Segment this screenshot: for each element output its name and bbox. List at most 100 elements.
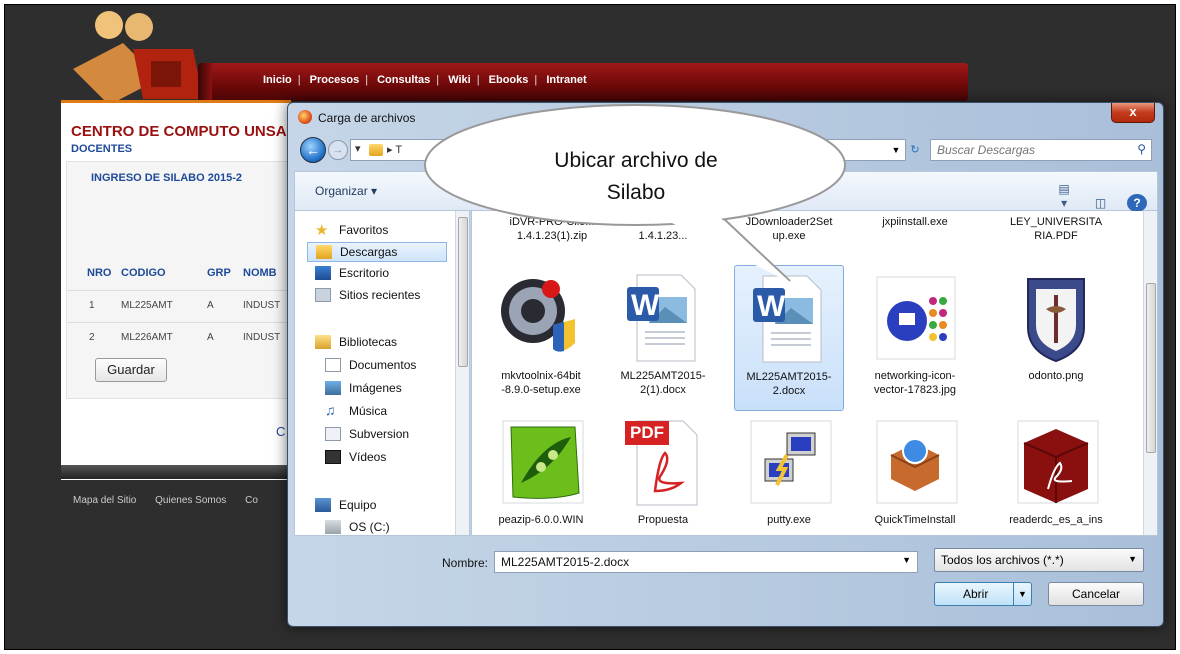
forward-arrow-icon[interactable]: → xyxy=(328,140,348,160)
file-name: jxpiinstall.exe xyxy=(882,216,948,228)
chevron-down-icon[interactable]: ▼ xyxy=(1128,554,1137,564)
file-name: networking-icon-vector-17823.jpg xyxy=(874,370,956,396)
filename-label: Nombre: xyxy=(442,556,489,570)
pdf-badge: PDF xyxy=(630,423,664,442)
file-tile[interactable]: networking-icon-vector-17823.jpg xyxy=(858,269,972,397)
nav-label: Bibliotecas xyxy=(339,335,398,349)
nav-ebooks[interactable]: Ebooks xyxy=(489,74,529,86)
file-tile[interactable]: putty.exe xyxy=(734,413,844,527)
site-navbar: Inicio | Procesos | Consultas | Wiki | Ebook… xyxy=(198,63,968,101)
guardar-button[interactable]: Guardar xyxy=(95,358,167,382)
file-tile-partial[interactable]: iDVR-PRO-Clie... 1.4.1.23(1).zip xyxy=(492,211,612,243)
filename-field[interactable]: ▼ xyxy=(494,551,918,573)
pdf-document-icon: PDF xyxy=(615,413,711,509)
search-input[interactable] xyxy=(937,143,1127,157)
file-tile-partial[interactable]: 1.4.1.23... xyxy=(608,211,718,243)
col-codigo: CODIGO xyxy=(121,267,166,279)
footer-link-partial[interactable]: Co xyxy=(245,495,258,506)
nav-separator: | xyxy=(534,74,538,86)
close-button[interactable]: x xyxy=(1111,103,1155,123)
nav-label: Equipo xyxy=(339,498,377,512)
nav-downloads[interactable]: Descargas xyxy=(307,242,447,262)
col-nombre: NOMB xyxy=(243,267,277,279)
back-arrow-icon[interactable]: ← xyxy=(300,137,326,163)
nav-label: Documentos xyxy=(349,358,417,372)
filename-input[interactable] xyxy=(501,555,881,569)
firefox-icon xyxy=(298,110,312,124)
dialog-titlebar[interactable]: Carga de archivos x xyxy=(288,103,1163,131)
chevron-down-icon[interactable]: ▼ xyxy=(902,555,911,565)
refresh-icon[interactable]: ↻ xyxy=(904,140,926,160)
nav-scrollbar[interactable] xyxy=(455,211,469,535)
callout-line-2: Silabo xyxy=(606,181,666,203)
search-icon[interactable]: ⚲ xyxy=(1137,142,1146,156)
cell: INDUST xyxy=(243,332,281,343)
organize-menu[interactable]: Organizar ▾ xyxy=(315,184,377,198)
file-tile[interactable]: mkvtoolnix-64bit -8.9.0-setup.exe xyxy=(486,269,596,397)
computer-icon xyxy=(315,498,331,512)
documents-icon xyxy=(325,358,341,372)
file-name: ML225AMT2015- 2(1).docx xyxy=(620,370,706,396)
cancel-button[interactable]: Cancelar xyxy=(1048,582,1144,606)
file-tile[interactable]: readerdc_es_a_ins xyxy=(996,413,1116,527)
desktop-icon xyxy=(315,266,331,280)
breadcrumb-path: ▸ T xyxy=(387,144,403,156)
file-name: odonto.png xyxy=(1028,370,1084,382)
view-options-icon[interactable]: ▤ ▾ xyxy=(1054,182,1074,210)
file-name: 1.4.1.23... xyxy=(638,230,688,242)
table-row: 2 ML226AMT A INDUST xyxy=(67,322,292,350)
folder-icon xyxy=(369,144,383,156)
nav-procesos[interactable]: Procesos xyxy=(310,74,360,86)
nav-wiki[interactable]: Wiki xyxy=(448,74,471,86)
file-name: ML225AMT2015- 2.docx xyxy=(746,371,832,397)
nav-label: Descargas xyxy=(340,245,398,259)
navigation-pane: ★ Favoritos Descargas Escritorio Sitios … xyxy=(294,211,470,536)
images-icon xyxy=(325,381,341,395)
col-grp: GRP xyxy=(207,267,231,279)
site-logo xyxy=(73,11,203,105)
file-tile[interactable]: W ML225AMT2015- 2(1).docx xyxy=(608,269,718,397)
open-split-dropdown-icon[interactable]: ▼ xyxy=(1013,583,1031,605)
file-tile[interactable]: PDF Propuesta xyxy=(608,413,718,527)
footer-link-mapa[interactable]: Mapa del Sitio xyxy=(73,495,136,506)
file-tile[interactable]: odonto.png xyxy=(996,269,1116,383)
footer-links: Mapa del Sitio Quienes Somos Co xyxy=(73,495,274,506)
cell: A xyxy=(207,300,214,311)
nav-label: Subversion xyxy=(349,427,410,441)
history-dropdown-icon[interactable]: ▾ xyxy=(355,142,361,155)
cell: 2 xyxy=(89,332,95,343)
site-subheading: DOCENTES xyxy=(71,143,133,155)
word-document-icon: W xyxy=(741,270,837,366)
cell: ML226AMT xyxy=(121,332,173,343)
nav-intranet[interactable]: Intranet xyxy=(546,74,586,86)
file-tile-partial[interactable]: jxpiinstall.exe xyxy=(860,211,970,229)
cell: INDUST xyxy=(243,300,281,311)
callout-line-1: Ubicar archivo de xyxy=(554,149,718,172)
file-tile-selected[interactable]: W ML225AMT2015- 2.docx xyxy=(734,265,844,411)
file-tile[interactable]: peazip-6.0.0.WIN xyxy=(486,413,596,527)
open-button[interactable]: Abrir ▼ xyxy=(934,582,1032,606)
peazip-archive-icon xyxy=(493,413,589,509)
nav-separator: | xyxy=(365,74,369,86)
file-type-select[interactable]: Todos los archivos (*.*) ▼ xyxy=(934,548,1144,572)
star-icon: ★ xyxy=(315,222,329,239)
table-row: 1 ML225AMT A INDUST xyxy=(67,290,292,318)
file-name: iDVR-PRO-Clie... 1.4.1.23(1).zip xyxy=(509,216,595,242)
networking-image-icon xyxy=(867,269,963,365)
nav-label: Imágenes xyxy=(349,381,402,395)
file-tile-partial[interactable]: LEY_UNIVERSITA RIA.PDF xyxy=(996,211,1116,243)
site-content-panel: CENTRO DE COMPUTO UNSA DOCENTES INGRESO … xyxy=(61,100,292,480)
file-tile-partial[interactable]: JDownloader2Set up.exe xyxy=(734,211,844,243)
callout-text: Ubicar archivo de Silabo xyxy=(511,145,761,203)
panel-footer-bar xyxy=(61,465,291,479)
nav-consultas[interactable]: Consultas xyxy=(377,74,430,86)
nav-inicio[interactable]: Inicio xyxy=(263,74,292,86)
dialog-footer: Nombre: ▼ Todos los archivos (*.*) ▼ Abr… xyxy=(294,536,1158,622)
quicktime-installer-icon xyxy=(867,413,963,509)
file-tile[interactable]: QuickTimeInstall xyxy=(858,413,972,527)
help-icon[interactable]: ? xyxy=(1127,194,1147,212)
file-list-scrollbar[interactable] xyxy=(1143,211,1157,535)
file-type-value: Todos los archivos (*.*) xyxy=(941,553,1064,567)
search-field[interactable]: ⚲ xyxy=(930,139,1152,161)
footer-link-quienes[interactable]: Quienes Somos xyxy=(155,495,226,506)
